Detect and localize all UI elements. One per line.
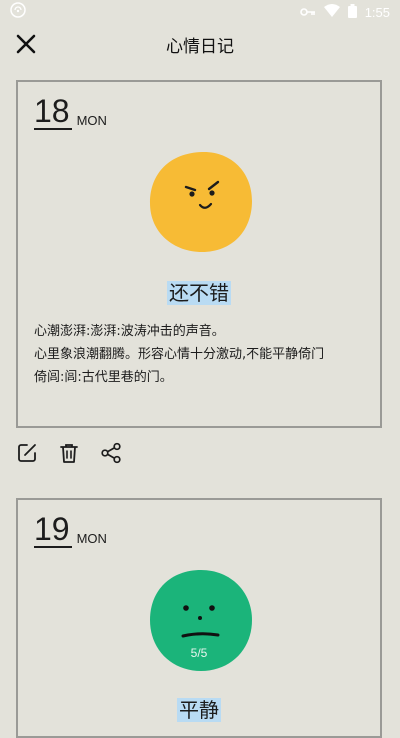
entry-text-line: 倚闾:闾:古代里巷的门。 (34, 370, 173, 385)
trash-icon[interactable] (58, 442, 80, 464)
mood-label: 平静 (177, 698, 221, 722)
key-icon (299, 5, 316, 20)
entry-weekday: MON (76, 113, 107, 128)
status-time: 1:55 (364, 4, 390, 20)
mood-face-good-icon (150, 151, 252, 252)
page-title: 心情日记 (166, 36, 234, 57)
close-icon (16, 34, 36, 54)
close-button[interactable] (12, 30, 40, 58)
app-header: 心情日记 (0, 24, 400, 64)
entry-day: 18 (34, 93, 72, 130)
share-icon[interactable] (100, 442, 122, 464)
diary-entry-card[interactable]: 19 MON 5/5 平静 (16, 498, 382, 738)
entry-date: 19 MON (34, 512, 107, 548)
wifi-icon (323, 3, 340, 21)
mood-label: 还不错 (167, 281, 231, 305)
notification-icon (10, 2, 26, 22)
edit-icon[interactable] (16, 442, 38, 464)
entry-text-line: 心里象浪潮翻腾。形容心情十分激动,不能平静倚门 (34, 347, 325, 362)
entry-text-line: 心潮澎湃:澎湃:波涛冲击的声音。 (34, 324, 225, 339)
battery-icon (347, 3, 357, 21)
diary-entry-card[interactable]: 18 MON 还不错 心潮澎湃:澎湃:波涛冲击的声音。 心里象浪潮翻腾。形容心情… (16, 80, 382, 428)
entry-actions (16, 442, 122, 464)
status-bar: 1:55 (0, 0, 400, 24)
entry-weekday: MON (76, 531, 107, 546)
entry-day: 19 (34, 511, 72, 548)
entry-date: 18 MON (34, 94, 107, 130)
page-counter: 5/5 (190, 646, 208, 660)
entry-text: 心潮澎湃:澎湃:波涛冲击的声音。 心里象浪潮翻腾。形容心情十分激动,不能平静倚门… (34, 320, 366, 389)
